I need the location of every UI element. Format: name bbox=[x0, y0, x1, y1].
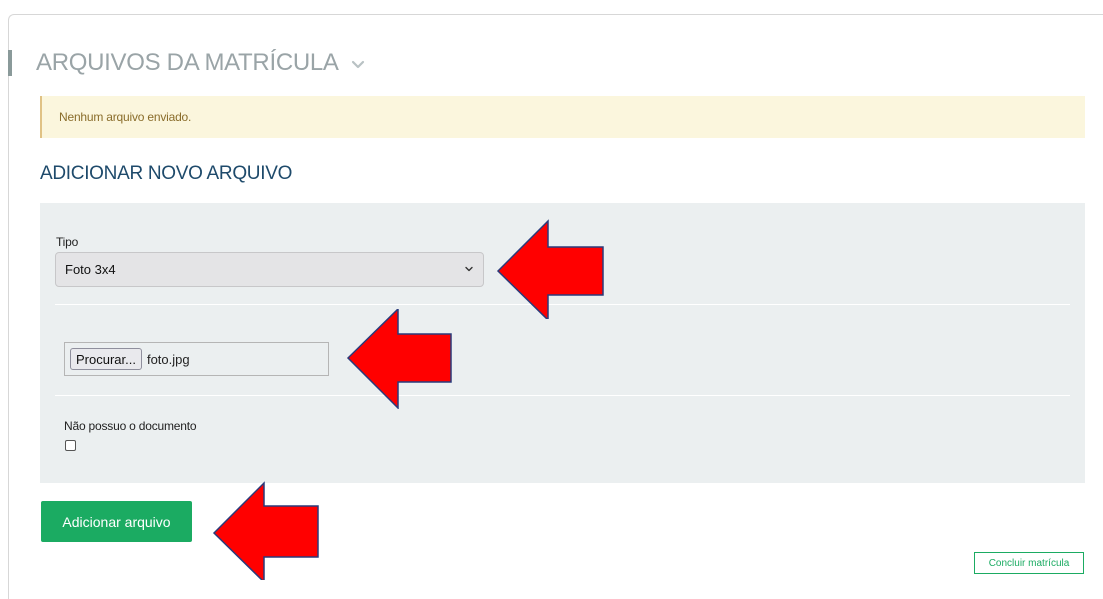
add-file-button[interactable]: Adicionar arquivo bbox=[41, 501, 192, 542]
add-file-heading: ADICIONAR NOVO ARQUIVO bbox=[40, 163, 293, 184]
type-select-value: Foto 3x4 bbox=[65, 262, 116, 277]
divider bbox=[55, 395, 1070, 396]
file-input[interactable]: Procurar... foto.jpg bbox=[64, 342, 329, 376]
alert-text: Nenhum arquivo enviado. bbox=[59, 110, 192, 124]
type-label: Tipo bbox=[56, 235, 79, 249]
chevron-down-icon[interactable] bbox=[351, 60, 365, 70]
no-document-label: Não possuo o documento bbox=[64, 419, 197, 433]
browse-button[interactable]: Procurar... bbox=[70, 348, 142, 370]
finish-enrollment-button[interactable]: Concluir matrícula bbox=[974, 552, 1084, 574]
chevron-down-icon bbox=[465, 266, 473, 272]
alert-no-files: Nenhum arquivo enviado. bbox=[40, 96, 1085, 138]
red-left-arrow-icon bbox=[212, 481, 319, 580]
section-header[interactable]: ARQUIVOS DA MATRÍCULA bbox=[8, 46, 365, 80]
red-left-arrow-icon bbox=[346, 309, 452, 409]
header-accent-bar bbox=[8, 50, 12, 76]
no-document-checkbox[interactable] bbox=[65, 440, 76, 451]
selected-file-name: foto.jpg bbox=[146, 351, 190, 367]
type-select[interactable]: Foto 3x4 bbox=[55, 252, 484, 287]
section-title: ARQUIVOS DA MATRÍCULA bbox=[36, 49, 339, 76]
red-left-arrow-icon bbox=[496, 219, 604, 319]
